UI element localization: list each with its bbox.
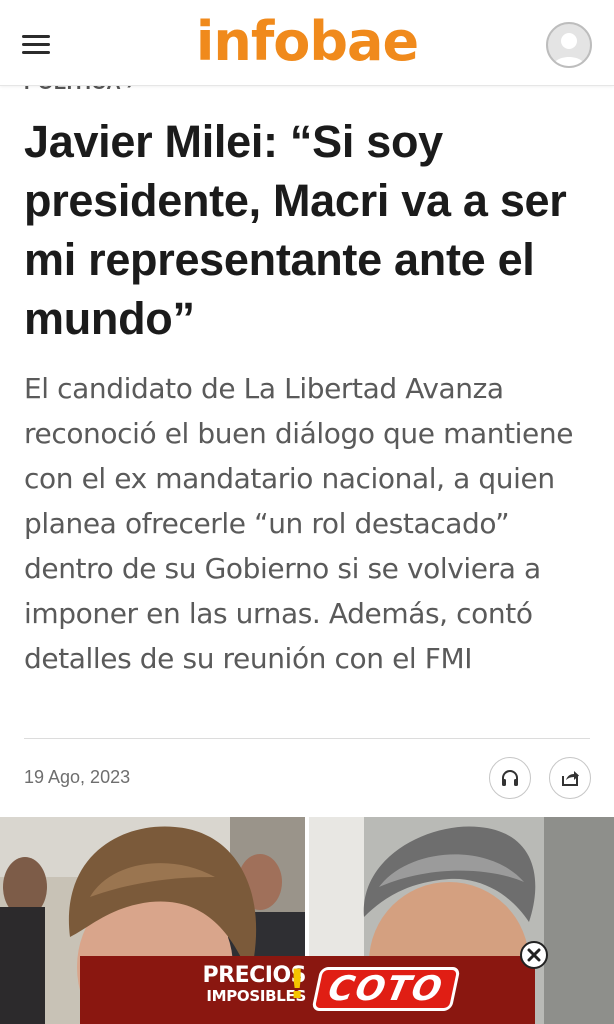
close-icon[interactable] — [520, 941, 548, 969]
ad-exclamation: ! — [288, 962, 307, 1008]
headphones-icon — [502, 770, 518, 786]
site-header: infobae — [0, 0, 614, 86]
ad-precios-line2: IMPOSIBLES — [206, 987, 306, 1005]
article-headline: Javier Milei: “Si soy presidente, Macri … — [24, 116, 567, 344]
ad-banner-coto[interactable]: PRECIOS IMPOSIBLES ! COTO — [80, 956, 535, 1024]
share-button[interactable] — [549, 757, 591, 799]
listen-button[interactable] — [489, 757, 531, 799]
user-avatar-icon[interactable] — [546, 22, 592, 68]
article-date: 19 Ago, 2023 — [24, 767, 131, 787]
article-summary: El candidato de La Libertad Avanza recon… — [24, 372, 574, 675]
ad-precios-line1: PRECIOS — [202, 963, 307, 988]
ad-coto-logo: COTO — [311, 967, 461, 1011]
share-icon — [562, 771, 579, 786]
ad-precios-text: PRECIOS IMPOSIBLES — [156, 963, 307, 1006]
divider — [24, 738, 590, 739]
site-logo[interactable]: infobae — [0, 10, 614, 74]
